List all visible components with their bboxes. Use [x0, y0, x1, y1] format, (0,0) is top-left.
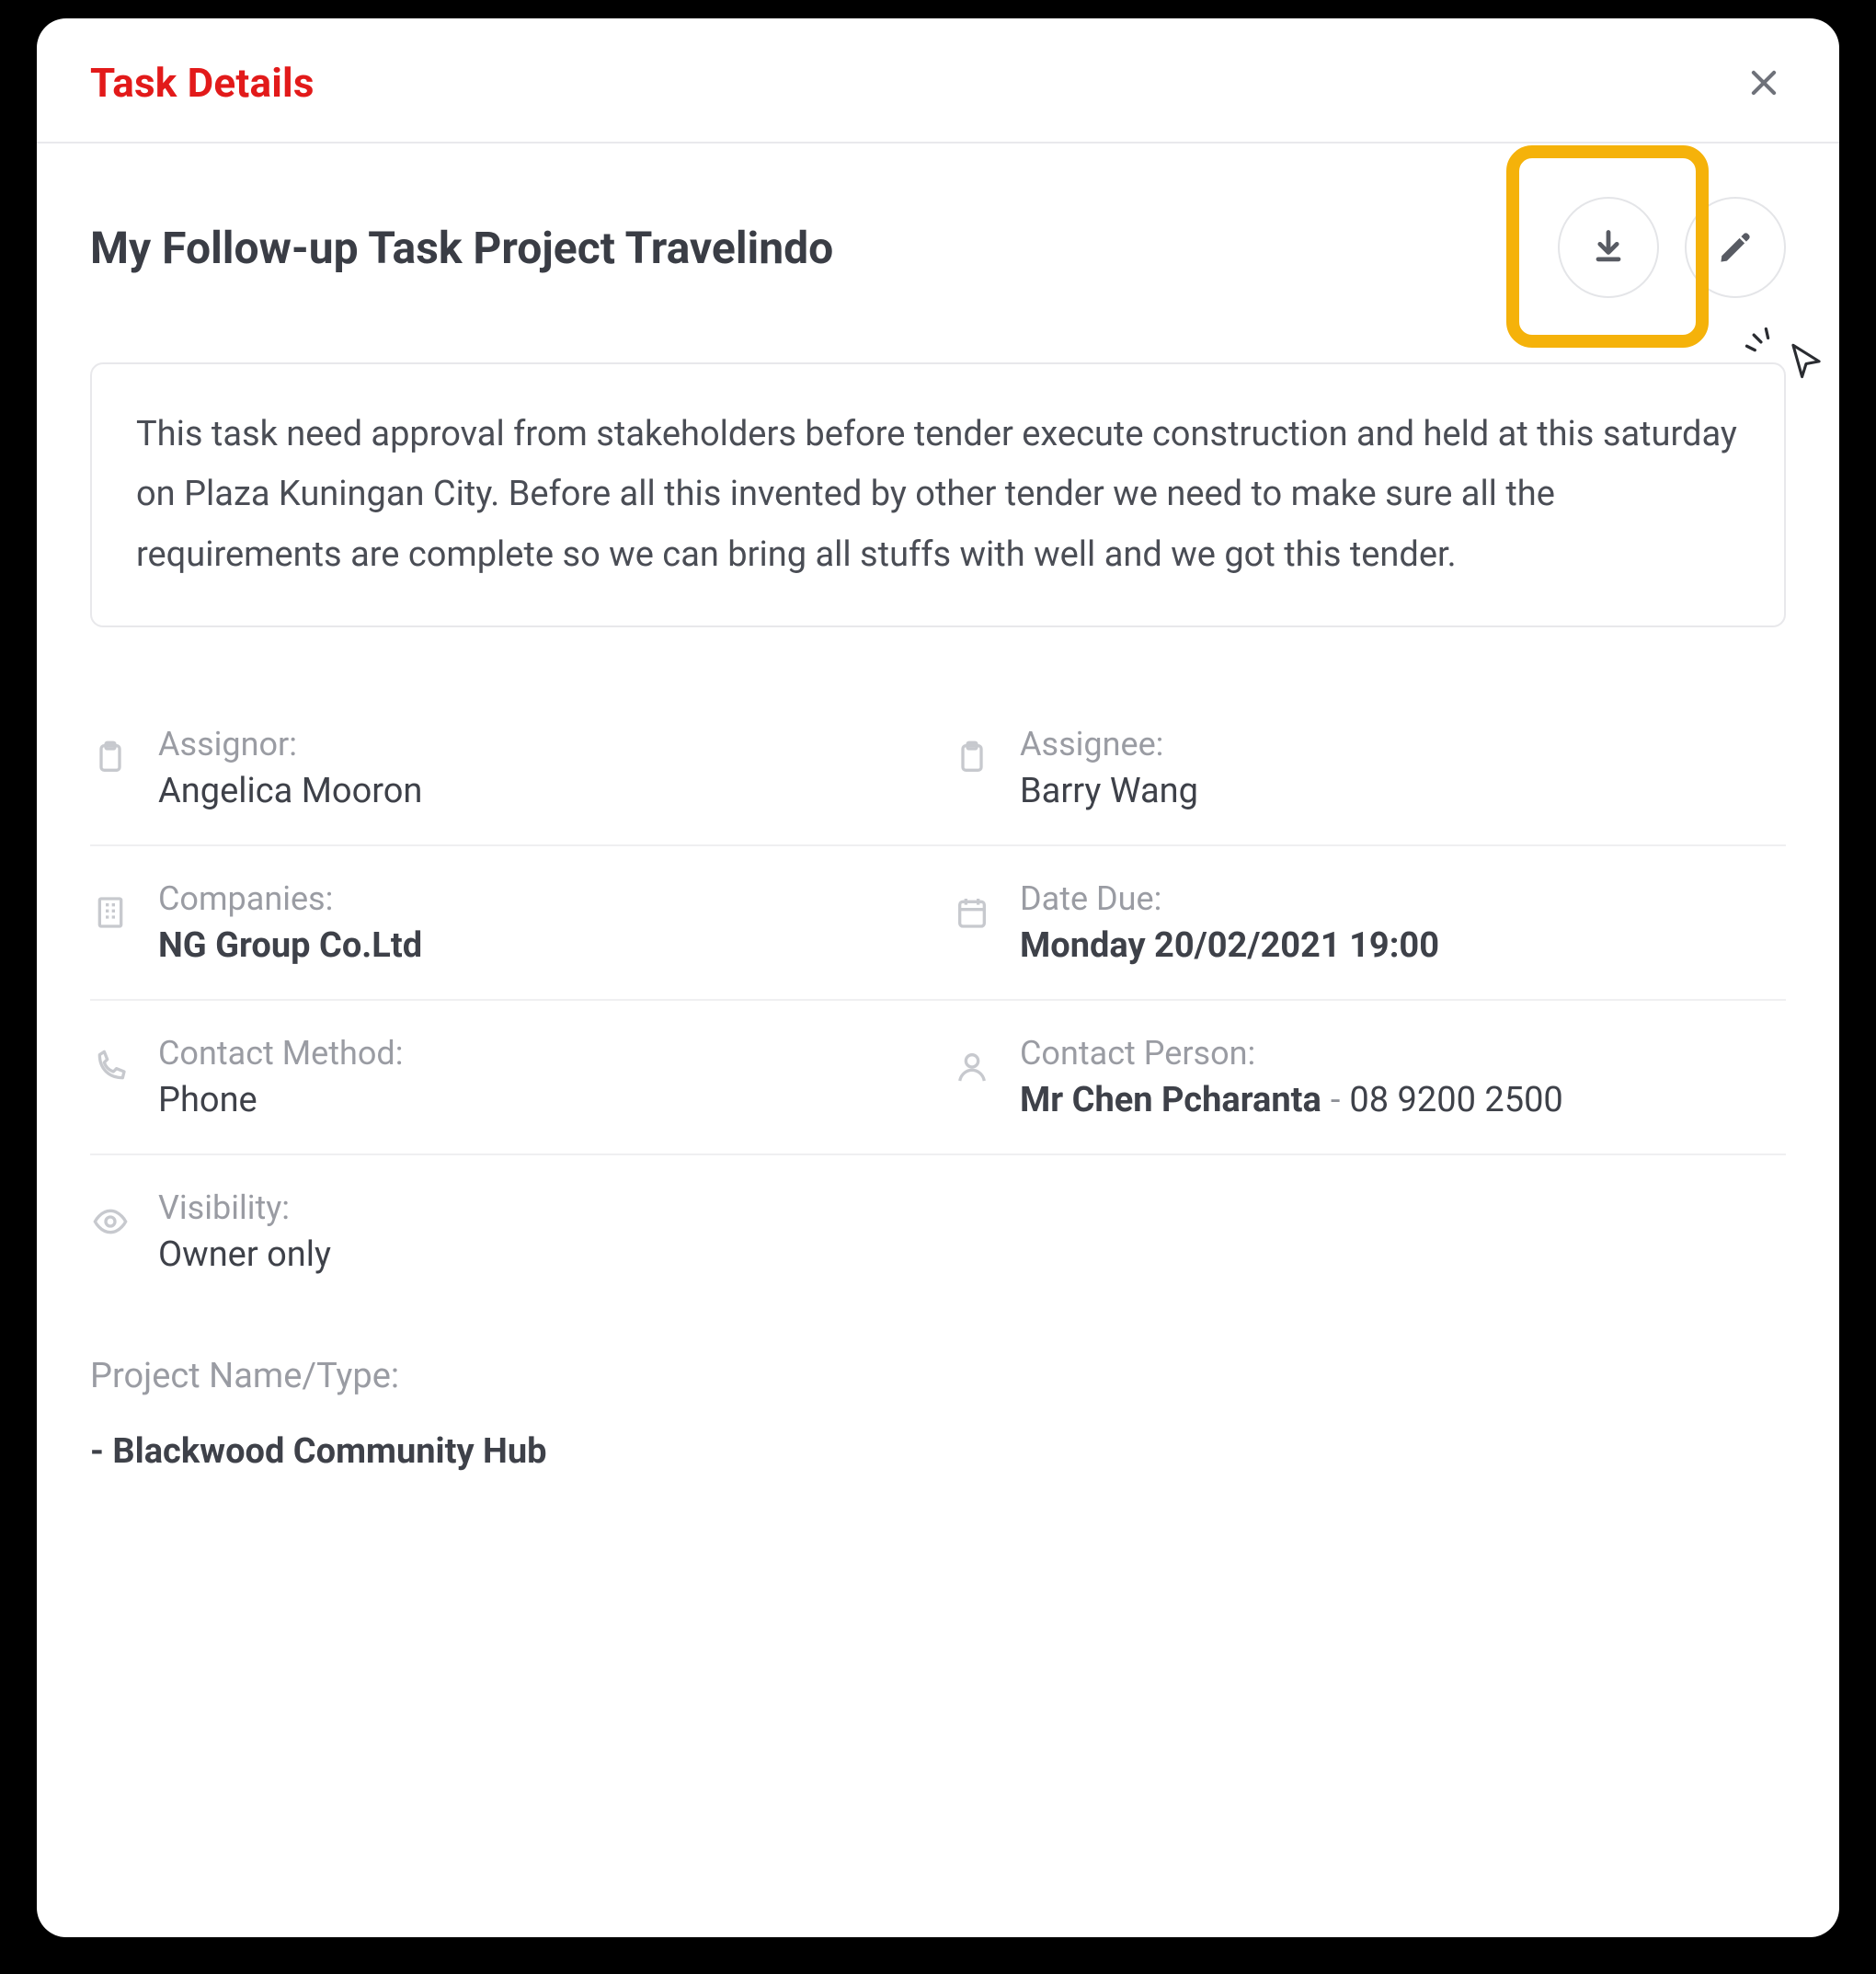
calendar-icon	[952, 892, 992, 933]
date-due-label: Date Due:	[1020, 879, 1439, 918]
contact-person-value: Mr Chen Pcharanta-08 9200 2500	[1020, 1080, 1563, 1120]
task-details-list: Assignor: Angelica Mooron Assignee: Barr…	[90, 692, 1786, 1308]
download-button[interactable]	[1558, 197, 1659, 298]
tutorial-cursor	[1786, 340, 1826, 384]
visibility-value: Owner only	[158, 1234, 331, 1275]
contact-person-label: Contact Person:	[1020, 1034, 1563, 1073]
person-icon	[952, 1047, 992, 1087]
clipboard-icon	[90, 738, 131, 778]
modal-header-title: Task Details	[90, 59, 315, 107]
contact-method-field: Contact Method: Phone	[90, 1034, 924, 1120]
task-title: My Follow-up Task Project Travelindo	[90, 222, 833, 274]
assignee-label: Assignee:	[1020, 725, 1198, 763]
edit-button[interactable]	[1685, 197, 1786, 298]
close-icon	[1746, 65, 1781, 100]
pencil-icon	[1715, 227, 1756, 268]
companies-value: NG Group Co.Ltd	[158, 925, 422, 966]
contact-method-value: Phone	[158, 1080, 403, 1120]
modal-header: Task Details	[37, 18, 1839, 143]
task-title-row: My Follow-up Task Project Travelindo	[90, 197, 1786, 298]
building-icon	[90, 892, 131, 933]
assignee-field: Assignee: Barry Wang	[952, 725, 1786, 811]
project-label: Project Name/Type:	[90, 1356, 1786, 1396]
project-value: - Blackwood Community Hub	[90, 1431, 1786, 1472]
assignor-label: Assignor:	[158, 725, 422, 763]
visibility-label: Visibility:	[158, 1188, 331, 1227]
cursor-icon	[1786, 340, 1826, 381]
phone-icon	[90, 1047, 131, 1087]
contact-method-label: Contact Method:	[158, 1034, 403, 1073]
task-actions	[1558, 197, 1786, 298]
companies-field: Companies: NG Group Co.Ltd	[90, 879, 924, 966]
task-details-modal: Task Details My Follow-up Task Project T…	[37, 18, 1839, 1937]
clipboard-icon	[952, 738, 992, 778]
project-section: Project Name/Type: - Blackwood Community…	[90, 1356, 1786, 1472]
assignee-value: Barry Wang	[1020, 771, 1198, 811]
download-icon	[1588, 227, 1629, 268]
contact-person-field: Contact Person: Mr Chen Pcharanta-08 920…	[952, 1034, 1786, 1120]
assignor-field: Assignor: Angelica Mooron	[90, 725, 924, 811]
date-due-field: Date Due: Monday 20/02/2021 19:00	[952, 879, 1786, 966]
close-button[interactable]	[1742, 61, 1786, 105]
date-due-value: Monday 20/02/2021 19:00	[1020, 925, 1439, 966]
eye-icon	[90, 1201, 131, 1242]
assignor-value: Angelica Mooron	[158, 771, 422, 811]
task-description: This task need approval from stakeholder…	[90, 362, 1786, 627]
visibility-field: Visibility: Owner only	[90, 1188, 1786, 1275]
companies-label: Companies:	[158, 879, 422, 918]
